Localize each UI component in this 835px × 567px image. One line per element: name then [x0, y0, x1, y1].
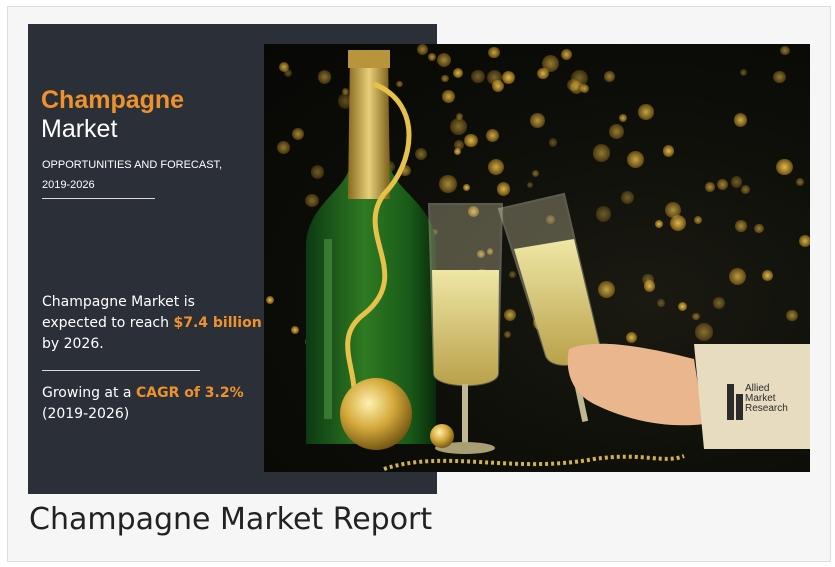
figure-caption: Champagne Market Report — [29, 502, 433, 537]
subtitle-divider — [42, 198, 155, 199]
subtitle-line-2: 2019-2026 — [42, 179, 95, 191]
growing-period: (2019-2026) — [42, 406, 130, 422]
expect-line-3: by 2026. — [42, 336, 104, 352]
logo-line-3: Research — [745, 403, 788, 414]
banner-title-rest: Market — [41, 115, 118, 143]
expect-prefix: expected to reach — [42, 315, 174, 331]
growing-line: Growing at a CAGR of 3.2% — [42, 383, 282, 404]
champagne-scene — [306, 50, 810, 471]
glass-left-icon — [427, 203, 504, 454]
amr-logo-text: Allied Market Research — [745, 384, 788, 414]
figure-frame: Allied Market Research Champagne Market … — [7, 6, 831, 562]
cagr-text: Growing at a CAGR of 3.2% (2019-2026) — [42, 383, 282, 425]
cagr-value: CAGR of 3.2% — [135, 385, 244, 401]
champagne-photo: Allied Market Research — [264, 44, 810, 472]
expect-line-2: expected to reach $7.4 billion — [42, 313, 282, 334]
small-ornament-icon — [430, 424, 454, 448]
growing-prefix: Growing at a — [42, 385, 136, 401]
market-value: $7.4 billion — [173, 315, 262, 331]
market-size-text: Champagne Market is expected to reach $7… — [42, 292, 282, 355]
banner-title-highlight: Champagne — [41, 86, 185, 114]
gold-ornament-icon — [340, 378, 412, 450]
banner-subtitle: OPPORTUNITIES AND FORECAST, 2019-2026 — [42, 155, 242, 195]
bead-garland-icon — [383, 454, 685, 471]
subtitle-line-1: OPPORTUNITIES AND FORECAST, — [42, 159, 223, 171]
expect-line-1: Champagne Market is — [42, 294, 195, 310]
market-banner: Allied Market Research Champagne Market … — [28, 24, 810, 494]
stats-divider — [42, 370, 200, 371]
